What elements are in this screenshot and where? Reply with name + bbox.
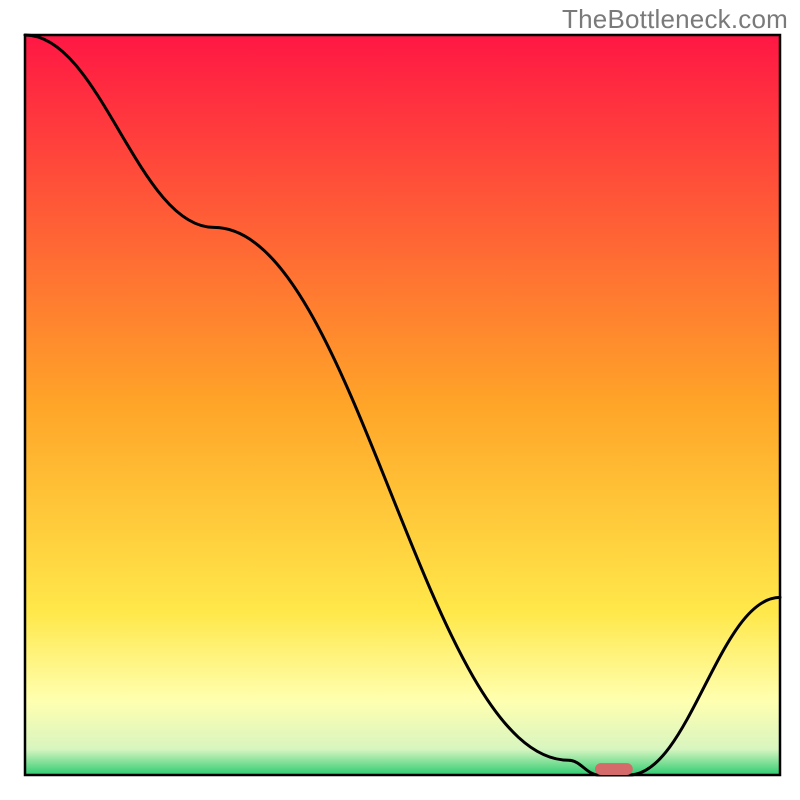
optimum-marker: [595, 763, 633, 775]
chart-stage: TheBottleneck.com: [0, 0, 800, 800]
bottleneck-chart: [0, 0, 800, 800]
plot-background: [25, 35, 780, 775]
